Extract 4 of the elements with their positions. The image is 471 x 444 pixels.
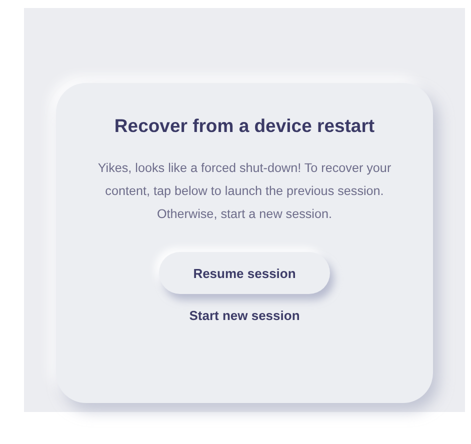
resume-button[interactable]: Resume session: [159, 252, 330, 294]
dialog-title: Recover from a device restart: [114, 115, 375, 137]
dialog-message: Yikes, looks like a forced shut-down! To recover your content, tap below to launch the previous session. Otherwise, start a new session.: [96, 160, 392, 223]
start-new-link[interactable]: Start new session: [185, 306, 304, 325]
